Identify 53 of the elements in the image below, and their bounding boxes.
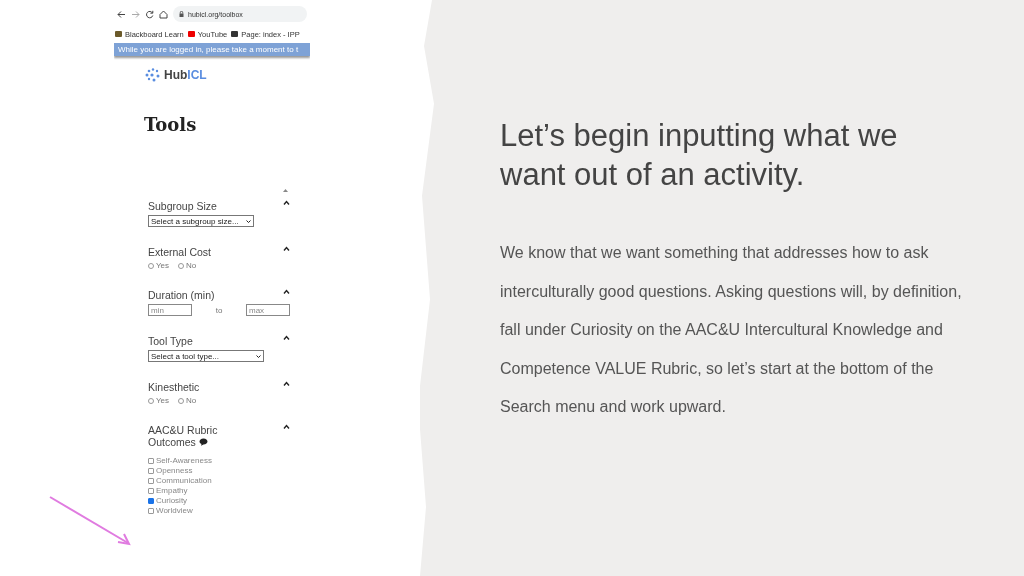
filter-title: Tool Type [148, 335, 194, 347]
dropdown-value: Select a tool type... [151, 351, 220, 361]
lock-icon [179, 11, 184, 17]
checkbox-option[interactable]: Openness [148, 466, 290, 475]
checkbox-option[interactable]: Empathy [148, 486, 290, 495]
checkbox[interactable] [148, 477, 154, 484]
collapse-caret-icon[interactable] [283, 289, 290, 294]
site-logo[interactable]: HubICL [144, 68, 310, 82]
collapse-caret-icon[interactable] [283, 381, 290, 386]
filter-title: Subgroup Size [148, 200, 218, 212]
checkbox-option[interactable]: Worldview [148, 506, 290, 515]
filter-title: External Cost [148, 246, 213, 258]
radio-option[interactable]: No [178, 396, 197, 405]
back-icon[interactable] [117, 9, 126, 19]
bookmark-icon [231, 31, 239, 37]
dropdown[interactable]: Select a subgroup size... [148, 215, 254, 227]
home-icon[interactable] [159, 9, 168, 19]
radio-option[interactable]: Yes [148, 396, 170, 405]
filter-title: Duration (min) [148, 289, 216, 301]
chevron-down-icon [256, 354, 261, 358]
range-separator: to [215, 305, 223, 315]
collapse-caret-icon[interactable] [283, 424, 290, 429]
scroll-up-icon[interactable] [283, 189, 288, 192]
speech-bubble-icon [198, 438, 208, 446]
min-field[interactable]: min [148, 304, 192, 316]
dropdown-value: Select a subgroup size... [151, 216, 239, 226]
checkbox-option[interactable]: Curiosity [148, 496, 290, 505]
radio-option[interactable]: Yes [148, 261, 170, 270]
dots-logo-icon [144, 68, 160, 82]
collapse-caret-icon[interactable] [283, 200, 290, 205]
slide-paragraph: We know that we want something that addresses how to ask interculturally good questions. Asking questions will, by definition, fall under Curiosity on the AAC&U Intercultural Knowledge and Competence VALUE Rubric, so let’s start at the bottom of the Search menu and work upward. [500, 243, 963, 417]
radio-option[interactable]: No [178, 261, 197, 270]
checkbox-option[interactable]: Communication [148, 476, 290, 485]
notice-banner: While you are logged in, please take a moment to t [114, 43, 310, 56]
filter-title: Kinesthetic [148, 381, 201, 393]
slide-title: Let’s begin inputting what we want out of an activity. [500, 117, 899, 194]
chevron-down-icon [246, 219, 251, 223]
max-field[interactable]: max [246, 304, 290, 316]
checkbox[interactable] [148, 507, 154, 514]
checkbox[interactable] [148, 497, 154, 504]
bookmark-icon [187, 31, 195, 37]
collapse-caret-icon[interactable] [283, 246, 290, 251]
dropdown[interactable]: Select a tool type... [148, 350, 264, 362]
forward-icon[interactable] [131, 9, 140, 19]
filter-title: AAC&U Rubric Outcomes [148, 424, 219, 448]
reload-icon[interactable] [145, 9, 154, 19]
checkbox[interactable] [148, 457, 154, 464]
checkbox-option[interactable]: Self-Awareness [148, 456, 290, 465]
page-heading: Tools [144, 114, 198, 135]
bookmark-icon [115, 31, 122, 37]
collapse-caret-icon[interactable] [283, 335, 290, 340]
checkbox[interactable] [148, 467, 154, 474]
checkbox[interactable] [148, 487, 154, 494]
